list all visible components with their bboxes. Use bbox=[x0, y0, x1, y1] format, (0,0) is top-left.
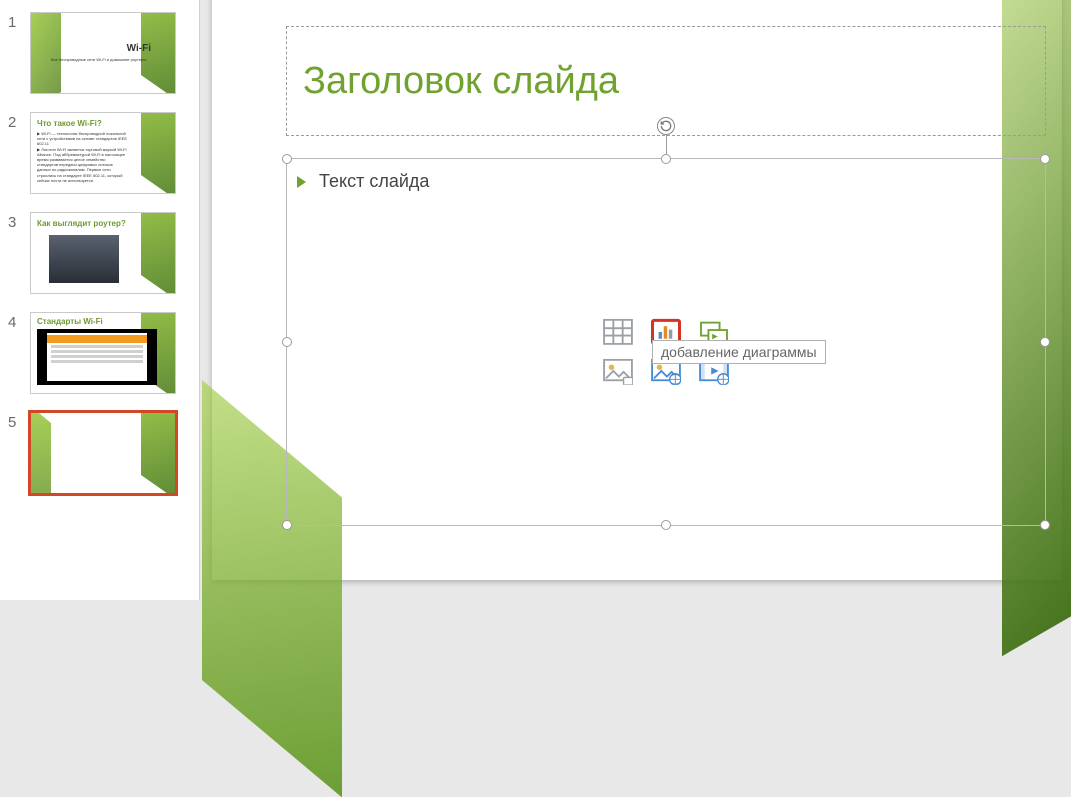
thumbnail-slide-2[interactable]: Что такое Wi-Fi? ▶ Wi-Fi — технология бе… bbox=[30, 112, 176, 194]
thumbnail-number: 1 bbox=[8, 12, 24, 31]
thumbnail-slide-4[interactable]: Стандарты Wi-Fi bbox=[30, 312, 176, 394]
slide-thumbnail-panel[interactable]: 1 Wi-Fi Все беспроводные сети Wi-Fi и до… bbox=[0, 0, 200, 600]
thumbnail-title: Что такое Wi-Fi? bbox=[37, 119, 102, 128]
rotate-icon bbox=[658, 118, 674, 134]
slide-canvas[interactable]: Заголовок слайда Текст слайда bbox=[212, 0, 1062, 580]
thumbnail-slide-3[interactable]: Как выглядит роутер? bbox=[30, 212, 176, 294]
resize-handle-tl[interactable] bbox=[282, 154, 292, 164]
thumbnail-slide-5[interactable] bbox=[30, 412, 176, 494]
thumbnail-number: 2 bbox=[8, 112, 24, 131]
resize-handle-bl[interactable] bbox=[282, 520, 292, 530]
thumbnail-title: Стандарты Wi-Fi bbox=[37, 317, 103, 326]
thumbnail-number: 5 bbox=[8, 412, 24, 431]
insert-table-icon[interactable] bbox=[603, 319, 633, 345]
rotation-stem bbox=[666, 135, 667, 154]
resize-handle-ml[interactable] bbox=[282, 337, 292, 347]
thumbnail-number: 4 bbox=[8, 312, 24, 331]
thumbnail-number: 3 bbox=[8, 212, 24, 231]
rotation-handle[interactable] bbox=[657, 117, 675, 135]
thumbnail-row-2[interactable]: 2 Что такое Wi-Fi? ▶ Wi-Fi — технология … bbox=[8, 112, 191, 194]
thumbnail-row-5[interactable]: 5 bbox=[8, 412, 191, 494]
resize-handle-tm[interactable] bbox=[661, 154, 671, 164]
insert-picture-icon[interactable] bbox=[603, 359, 633, 385]
bullet-icon bbox=[297, 176, 306, 188]
resize-handle-br[interactable] bbox=[1040, 520, 1050, 530]
body-placeholder-text: Текст слайда bbox=[319, 171, 429, 192]
thumbnail-body: Все беспроводные сети Wi-Fi и домашние р… bbox=[51, 57, 151, 62]
resize-handle-mr[interactable] bbox=[1040, 337, 1050, 347]
thumbnail-row-4[interactable]: 4 Стандарты Wi-Fi bbox=[8, 312, 191, 394]
resize-handle-bm[interactable] bbox=[661, 520, 671, 530]
title-placeholder-text: Заголовок слайда bbox=[303, 60, 619, 103]
tooltip: добавление диаграммы bbox=[652, 340, 826, 364]
thumbnail-slide-1[interactable]: Wi-Fi Все беспроводные сети Wi-Fi и дома… bbox=[30, 12, 176, 94]
resize-handle-tr[interactable] bbox=[1040, 154, 1050, 164]
thumbnail-row-1[interactable]: 1 Wi-Fi Все беспроводные сети Wi-Fi и до… bbox=[8, 12, 191, 94]
thumbnail-row-3[interactable]: 3 Как выглядит роутер? bbox=[8, 212, 191, 294]
slide-editor-area[interactable]: Заголовок слайда Текст слайда bbox=[200, 0, 1071, 600]
thumbnail-title: Как выглядит роутер? bbox=[37, 219, 126, 228]
thumbnail-title: Wi-Fi bbox=[127, 43, 151, 54]
